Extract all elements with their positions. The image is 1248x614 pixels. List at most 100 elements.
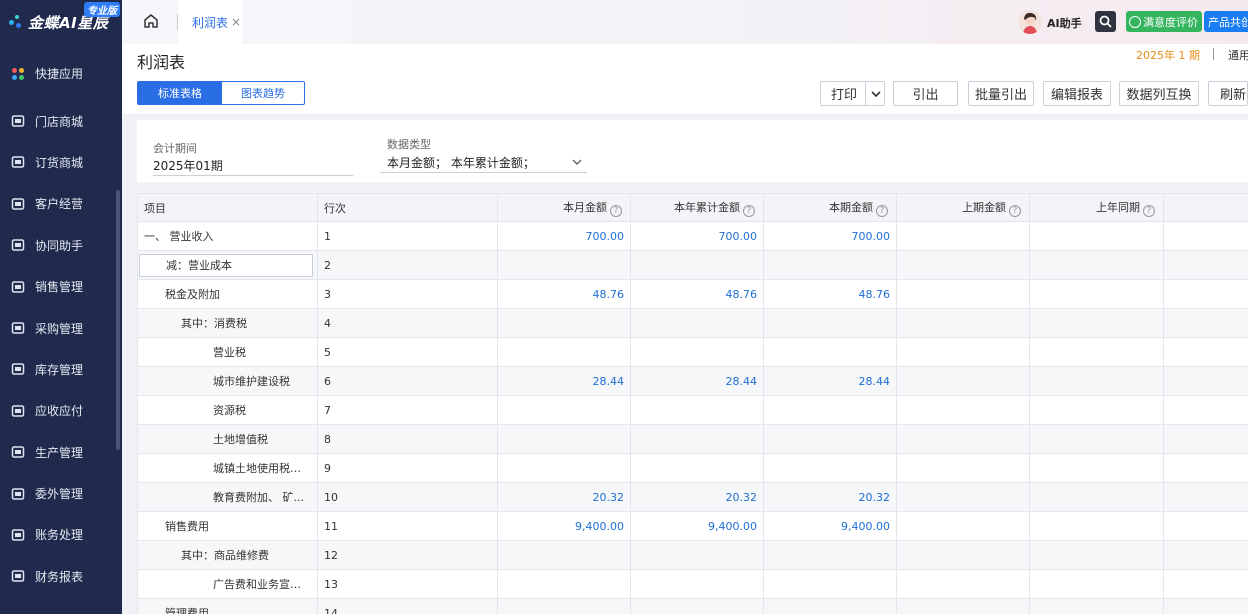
cell-current[interactable]: 700.00	[763, 221, 897, 251]
table-row[interactable]: 城市维护建设税 6 28.44 28.44 28.44	[137, 366, 1248, 396]
table-row[interactable]: 管理费用 14	[137, 598, 1248, 614]
cell-last-year[interactable]	[1029, 540, 1164, 570]
cell-ytd[interactable]: 48.76	[630, 279, 764, 309]
sidebar-item-10[interactable]: 委外管理	[0, 473, 122, 514]
col-header-ytd[interactable]: 本年累计金额?	[630, 193, 764, 222]
cell-item[interactable]: 广告费和业务宣传...	[137, 569, 318, 599]
view-chart-trend-button[interactable]: 图表趋势	[222, 82, 304, 104]
edit-report-button[interactable]: 编辑报表	[1043, 81, 1111, 106]
cell-item[interactable]: 税金及附加	[137, 279, 318, 309]
cell-ytd[interactable]	[630, 395, 764, 425]
product-cocreation-button[interactable]: 产品共创	[1204, 11, 1248, 32]
cell-ytd[interactable]	[630, 540, 764, 570]
cell-row-no[interactable]: 11	[317, 511, 498, 541]
cell-row-no[interactable]: 9	[317, 453, 498, 483]
cell-current[interactable]	[763, 308, 897, 338]
cell-prev[interactable]	[896, 279, 1030, 309]
sidebar-item-6[interactable]: 采购管理	[0, 307, 122, 348]
cell-item[interactable]: 城镇土地使用税、...	[137, 453, 318, 483]
cell-month[interactable]	[497, 569, 631, 599]
chevron-down-icon[interactable]	[870, 88, 882, 100]
cell-item[interactable]: 资源税	[137, 395, 318, 425]
cell-current[interactable]	[763, 250, 897, 280]
sidebar-scrollbar[interactable]	[116, 190, 120, 450]
cell-month[interactable]	[497, 337, 631, 367]
cell-month[interactable]: 28.44	[497, 366, 631, 396]
table-row[interactable]: 减：营业成本 2	[137, 250, 1248, 280]
cell-last-year[interactable]	[1029, 482, 1164, 512]
sidebar-item-0[interactable]: 快捷应用	[0, 53, 122, 94]
search-button[interactable]	[1095, 11, 1116, 32]
help-icon[interactable]: ?	[1009, 204, 1021, 217]
cell-ytd[interactable]: 9,400.00	[630, 511, 764, 541]
cell-ytd[interactable]: 20.32	[630, 482, 764, 512]
cell-item[interactable]: 减：营业成本	[137, 250, 318, 280]
col-header-current[interactable]: 本期金额?	[763, 193, 897, 222]
accounting-period-field[interactable]: 2025年01期	[153, 157, 223, 174]
table-row[interactable]: 销售费用 11 9,400.00 9,400.00 9,400.00	[137, 511, 1248, 541]
sidebar-item-9[interactable]: 生产管理	[0, 432, 122, 473]
table-row[interactable]: 城镇土地使用税、... 9	[137, 453, 1248, 483]
cell-row-no[interactable]: 2	[317, 250, 498, 280]
cell-current[interactable]	[763, 540, 897, 570]
cell-current[interactable]	[763, 337, 897, 367]
cell-month[interactable]	[497, 308, 631, 338]
cell-ytd[interactable]: 28.44	[630, 366, 764, 396]
cell-prev[interactable]	[896, 366, 1030, 396]
refresh-button[interactable]: 刷新	[1208, 81, 1248, 106]
cell-prev[interactable]	[896, 569, 1030, 599]
table-row[interactable]: 一、 营业收入 1 700.00 700.00 700.00	[137, 221, 1248, 251]
cell-month[interactable]	[497, 598, 631, 614]
cell-row-no[interactable]: 10	[317, 482, 498, 512]
home-button[interactable]	[142, 12, 162, 32]
view-standard-table-button[interactable]: 标准表格	[138, 82, 222, 104]
cell-row-no[interactable]: 14	[317, 598, 498, 614]
cell-last-year[interactable]	[1029, 250, 1164, 280]
sidebar-item-2[interactable]: 订货商城	[0, 142, 122, 183]
cell-ytd[interactable]	[630, 308, 764, 338]
cell-prev[interactable]	[896, 308, 1030, 338]
cell-item[interactable]: 营业税	[137, 337, 318, 367]
sidebar-item-3[interactable]: 客户经营	[0, 183, 122, 224]
cell-prev[interactable]	[896, 424, 1030, 454]
app-logo[interactable]: 金蝶AI星辰 专业版	[0, 0, 122, 44]
cell-current[interactable]	[763, 569, 897, 599]
cell-month[interactable]: 20.32	[497, 482, 631, 512]
cell-current[interactable]	[763, 598, 897, 614]
cell-prev[interactable]	[896, 482, 1030, 512]
batch-export-button[interactable]: 批量引出	[968, 81, 1034, 106]
cell-ytd[interactable]	[630, 569, 764, 599]
table-row[interactable]: 资源税 7	[137, 395, 1248, 425]
col-header-row-no[interactable]: 行次	[317, 193, 498, 222]
cell-item[interactable]: 销售费用	[137, 511, 318, 541]
sidebar-item-4[interactable]: 协同助手	[0, 225, 122, 266]
table-row[interactable]: 其中：消费税 4	[137, 308, 1248, 338]
help-icon[interactable]: ?	[610, 204, 622, 217]
cell-current[interactable]	[763, 424, 897, 454]
cell-last-year[interactable]	[1029, 366, 1164, 396]
template-general-label[interactable]: 通用	[1228, 47, 1248, 63]
col-header-prev[interactable]: 上期金额?	[896, 193, 1030, 222]
cell-item[interactable]: 其中：消费税	[137, 308, 318, 338]
sidebar-item-11[interactable]: 账务处理	[0, 514, 122, 555]
tab-profit-statement[interactable]: 利润表 ×	[178, 0, 242, 44]
cell-last-year[interactable]	[1029, 221, 1164, 251]
cell-last-year[interactable]	[1029, 424, 1164, 454]
cell-item[interactable]: 一、 营业收入	[137, 221, 318, 251]
cell-month[interactable]	[497, 424, 631, 454]
cell-current[interactable]: 20.32	[763, 482, 897, 512]
tab-close-icon[interactable]: ×	[231, 15, 241, 29]
cell-prev[interactable]	[896, 598, 1030, 614]
cell-prev[interactable]	[896, 250, 1030, 280]
cell-row-no[interactable]: 8	[317, 424, 498, 454]
cell-item[interactable]: 土地增值税	[137, 424, 318, 454]
cell-item[interactable]: 教育费附加、 矿...	[137, 482, 318, 512]
cell-row-no[interactable]: 4	[317, 308, 498, 338]
cell-month[interactable]	[497, 395, 631, 425]
current-period-label[interactable]: 2025年 1 期	[1136, 47, 1200, 63]
cell-ytd[interactable]	[630, 598, 764, 614]
help-icon[interactable]: ?	[1143, 204, 1155, 217]
cell-item[interactable]: 其中：商品维修费	[137, 540, 318, 570]
cell-item[interactable]: 城市维护建设税	[137, 366, 318, 396]
ai-assistant-label[interactable]: AI助手	[1047, 15, 1082, 31]
